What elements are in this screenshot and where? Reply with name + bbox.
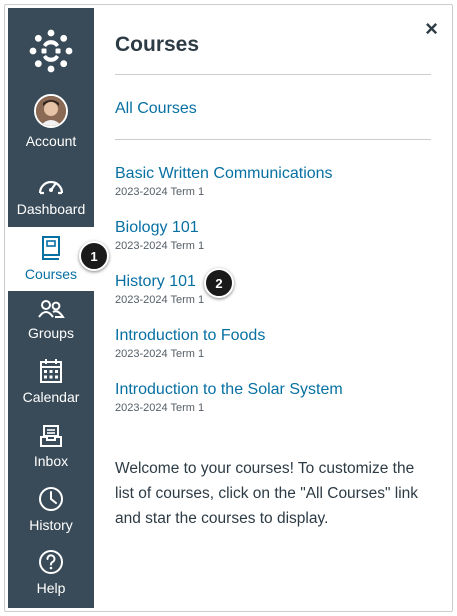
calendar-icon — [40, 359, 62, 383]
nav-item-dashboard[interactable]: Dashboard — [8, 168, 94, 232]
course-term: 2023-2024 Term 1 — [115, 348, 205, 360]
nav-label-groups: Groups — [28, 325, 74, 341]
list-item: History 101 2023-2024 Term 1 — [115, 272, 435, 307]
avatar — [34, 94, 68, 128]
course-term: 2023-2024 Term 1 — [115, 186, 205, 198]
callout-marker-1: 1 — [79, 241, 109, 271]
nav-label-account: Account — [25, 133, 77, 149]
history-clock-icon — [39, 487, 63, 511]
divider — [115, 139, 431, 140]
nav-item-help[interactable]: Help — [8, 547, 94, 611]
nav-item-calendar[interactable]: Calendar — [8, 356, 94, 420]
course-term: 2023-2024 Term 1 — [115, 240, 205, 252]
tray-title: Courses — [115, 33, 200, 56]
dashboard-icon — [38, 180, 64, 195]
nav-label-help: Help — [36, 580, 66, 596]
courses-book-icon — [42, 236, 60, 260]
nav-item-inbox[interactable]: Inbox — [8, 420, 94, 484]
nav-label-history: History — [29, 517, 73, 533]
list-item: Basic Written Communications 2023-2024 T… — [115, 164, 435, 199]
nav-label-dashboard: Dashboard — [16, 201, 86, 217]
welcome-message: Welcome to your courses! To customize th… — [115, 460, 419, 527]
help-question-icon — [39, 550, 63, 574]
groups-icon — [38, 300, 65, 318]
list-item: Introduction to the Solar System 2023-20… — [115, 380, 435, 415]
course-link[interactable]: Basic Written Communications — [115, 164, 333, 184]
nav-item-account[interactable]: Account — [8, 94, 94, 164]
courses-tray: Courses × All Courses Basic Written Comm… — [115, 5, 452, 611]
global-navigation: Account Dashboard Courses Groups Calenda… — [8, 8, 94, 608]
course-link[interactable]: Introduction to Foods — [115, 326, 265, 346]
nav-label-inbox: Inbox — [33, 453, 69, 469]
course-link[interactable]: Biology 101 — [115, 218, 199, 238]
divider — [115, 74, 431, 75]
canvas-logo[interactable] — [8, 22, 94, 80]
course-link[interactable]: History 101 — [115, 272, 196, 292]
list-item: Introduction to Foods 2023-2024 Term 1 — [115, 326, 435, 361]
inbox-icon — [40, 425, 62, 447]
course-term: 2023-2024 Term 1 — [115, 402, 205, 414]
nav-item-history[interactable]: History — [8, 484, 94, 548]
course-link[interactable]: Introduction to the Solar System — [115, 380, 343, 400]
all-courses-link[interactable]: All Courses — [115, 100, 197, 118]
user-avatar-icon — [36, 96, 66, 126]
nav-item-groups[interactable]: Groups — [8, 292, 94, 356]
callout-marker-2: 2 — [204, 268, 234, 298]
close-button[interactable]: × — [425, 18, 438, 40]
courses-tray-window: Account Dashboard Courses Groups Calenda… — [4, 4, 453, 612]
canvas-logo-icon — [29, 29, 73, 73]
nav-label-calendar: Calendar — [22, 389, 80, 405]
nav-label-courses: Courses — [24, 266, 78, 282]
course-term: 2023-2024 Term 1 — [115, 294, 205, 306]
list-item: Biology 101 2023-2024 Term 1 — [115, 218, 435, 253]
